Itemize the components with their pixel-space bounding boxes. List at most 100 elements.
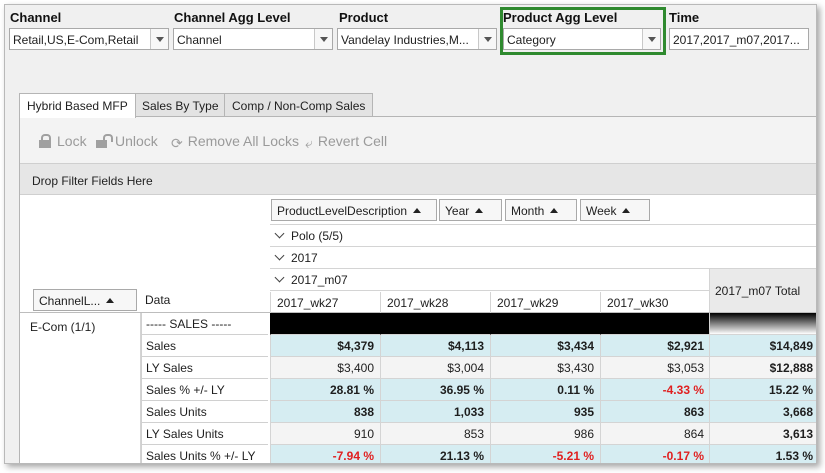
column-group-year-label: 2017 [291,251,318,265]
data-cell[interactable]: 21.13 % [380,445,490,463]
column-group-month-label: 2017_m07 [291,273,348,287]
data-cell[interactable]: 910 [270,423,380,445]
divider [270,246,816,247]
field-label: ProductLevelDescription [277,204,408,218]
total-cell[interactable]: 1.53 % [709,445,816,463]
remove-all-locks-label: Remove All Locks [187,133,300,149]
tab-comp-non-comp-sales[interactable]: Comp / Non-Comp Sales [224,93,374,116]
channel-agg-value: Channel [177,33,222,47]
unlock-icon [96,134,113,148]
sort-ascending-icon [475,208,484,213]
app-window: Channel Retail,US,E-Com,Retail Channel A… [4,4,817,464]
data-cell[interactable]: 853 [380,423,490,445]
channel-agg-combo[interactable]: Channel [173,28,333,50]
total-cell[interactable]: 3,613 [709,423,816,445]
data-cell[interactable]: 36.95 % [380,379,490,401]
field-product-level-description[interactable]: ProductLevelDescription [271,199,437,221]
sort-ascending-icon [550,208,559,213]
data-cell[interactable]: $4,379 [270,335,380,357]
channel-row-header[interactable]: E-Com (1/1) [30,316,95,338]
column-group-product[interactable]: Polo (5/5) [273,228,344,243]
channel-combo[interactable]: Retail,US,E-Com,Retail [9,28,169,50]
channel-agg-label: Channel Agg Level [174,10,291,25]
lock-button-label: Lock [57,133,87,149]
week-column-header[interactable]: 2017_wk27 [270,292,380,314]
chevron-down-icon[interactable] [150,29,168,49]
toolbar: Lock Unlock ⟳ Remove All Locks ⤶ Revert Ce… [20,117,816,163]
chevron-down-icon[interactable] [314,29,332,49]
product-combo[interactable]: Vandelay Industries,M... [337,28,497,50]
field-label: Week [586,204,617,218]
channel-combo-value: Retail,US,E-Com,Retail [13,33,139,47]
row-label[interactable]: LY Sales [141,357,268,379]
time-field[interactable]: 2017,2017_m07,2017... [669,28,809,50]
column-group-product-label: Polo (5/5) [291,229,344,243]
chevron-down-icon [274,250,285,261]
data-cell[interactable]: -7.94 % [270,445,380,463]
filter-drop-zone[interactable]: Drop Filter Fields Here [20,163,816,195]
data-cell[interactable] [490,313,600,335]
data-cell[interactable]: -4.33 % [600,379,710,401]
data-cell[interactable]: -5.21 % [490,445,600,463]
field-week[interactable]: Week [580,199,650,221]
row-label[interactable]: Sales Units [141,401,268,423]
data-cell[interactable]: $3,430 [490,357,600,379]
data-cell[interactable]: 986 [490,423,600,445]
tab-hybrid-based-mfp[interactable]: Hybrid Based MFP [19,93,136,118]
field-month[interactable]: Month [505,199,577,221]
week-column-header[interactable]: 2017_wk28 [380,292,490,314]
data-cell[interactable] [380,313,490,335]
highlight-box [500,7,666,55]
data-cell[interactable]: 838 [270,401,380,423]
row-label[interactable]: Sales % +/- LY [141,379,268,401]
week-column-header[interactable]: 2017_wk29 [490,292,600,314]
lock-icon [38,134,52,148]
data-cell[interactable]: 864 [600,423,710,445]
data-cell[interactable]: $4,113 [380,335,490,357]
total-cell[interactable] [709,313,816,335]
row-label[interactable]: Sales [141,335,268,357]
total-column-header[interactable]: 2017_m07 Total [715,284,800,298]
field-channel-level[interactable]: ChannelL... [33,289,137,311]
field-year[interactable]: Year [439,199,502,221]
data-field-header[interactable]: Data [145,289,170,311]
column-group-year[interactable]: 2017 [273,250,318,265]
data-cell[interactable] [270,313,380,335]
chevron-down-icon[interactable] [478,29,496,49]
product-combo-value: Vandelay Industries,M... [341,33,469,47]
column-group-month[interactable]: 2017_m07 [273,272,348,287]
total-cell[interactable]: $14,849 [709,335,816,357]
data-cell[interactable]: 863 [600,401,710,423]
row-label[interactable]: Sales Units % +/- LY [141,445,268,463]
revert-cell-button[interactable]: ⤶ Revert Cell [305,133,388,151]
total-cell[interactable]: $12,888 [709,357,816,379]
field-label: ChannelL... [39,294,101,308]
data-cell[interactable]: 0.11 % [490,379,600,401]
data-cell[interactable] [600,313,710,335]
data-cell[interactable]: $3,004 [380,357,490,379]
row-label[interactable]: LY Sales Units [141,423,268,445]
data-cell[interactable]: $3,400 [270,357,380,379]
remove-all-locks-button[interactable]: ⟳ Remove All Locks [171,133,300,151]
tab-sales-by-type[interactable]: Sales By Type [134,93,227,116]
unlock-button[interactable]: Unlock [96,133,158,149]
undo-arrow-icon: ⤶ [305,135,313,151]
chevron-down-icon [274,272,285,283]
sort-ascending-icon [622,208,631,213]
data-cell[interactable]: $2,921 [600,335,710,357]
data-cell[interactable]: $3,434 [490,335,600,357]
time-field-value: 2017,2017_m07,2017... [673,33,800,47]
row-label[interactable]: ----- SALES ----- [141,313,268,335]
data-cell[interactable]: 935 [490,401,600,423]
unlock-button-label: Unlock [115,133,158,149]
data-cell[interactable]: 1,033 [380,401,490,423]
revert-cell-label: Revert Cell [317,133,388,149]
data-cell[interactable]: -0.17 % [600,445,710,463]
total-cell[interactable]: 15.22 % [709,379,816,401]
sort-ascending-icon [106,298,115,303]
lock-button[interactable]: Lock [38,133,87,149]
week-column-header[interactable]: 2017_wk30 [600,292,710,314]
data-cell[interactable]: 28.81 % [270,379,380,401]
total-cell[interactable]: 3,668 [709,401,816,423]
data-cell[interactable]: $3,053 [600,357,710,379]
